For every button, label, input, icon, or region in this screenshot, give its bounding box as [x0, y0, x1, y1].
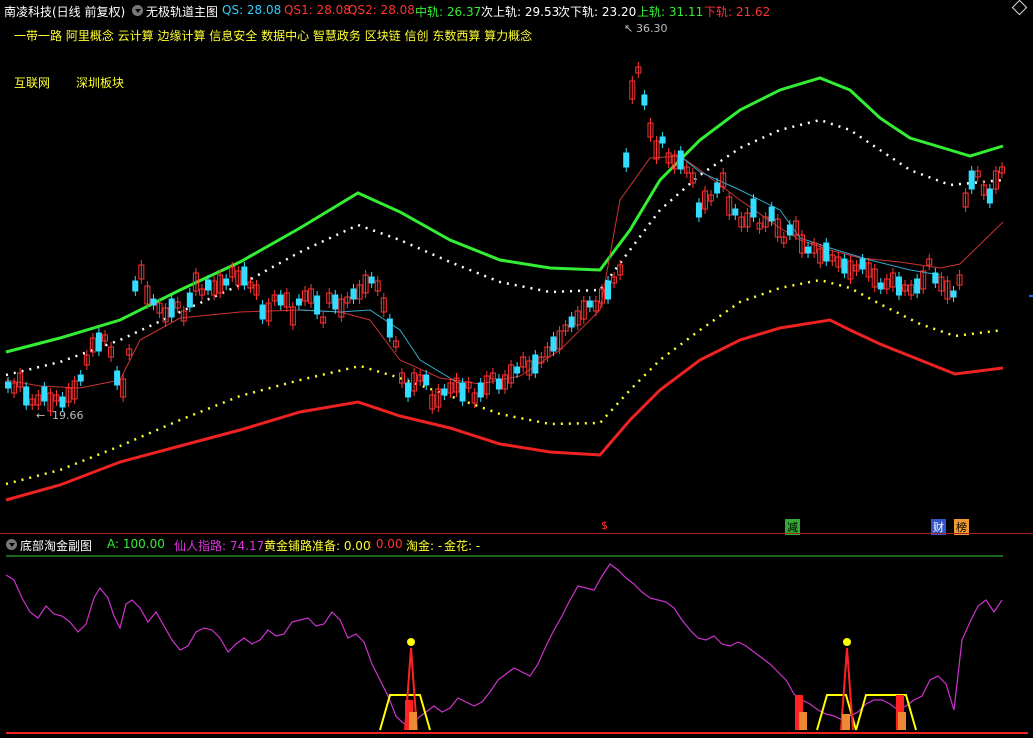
yellow-dot	[843, 638, 851, 646]
sub-bar	[799, 712, 807, 730]
sub-bar	[409, 712, 417, 730]
yellow-trapezoid	[855, 694, 917, 731]
sub-bar	[842, 714, 850, 730]
xianren-line	[5, 563, 1003, 729]
chart-window: 南凌科技(日线 前复权) 无极轨道主图 QS: 28.08 QS1: 28.08…	[0, 0, 1033, 738]
sub-indicator-chart[interactable]	[0, 0, 1033, 738]
yellow-dot	[407, 638, 415, 646]
sub-bar	[898, 712, 906, 730]
